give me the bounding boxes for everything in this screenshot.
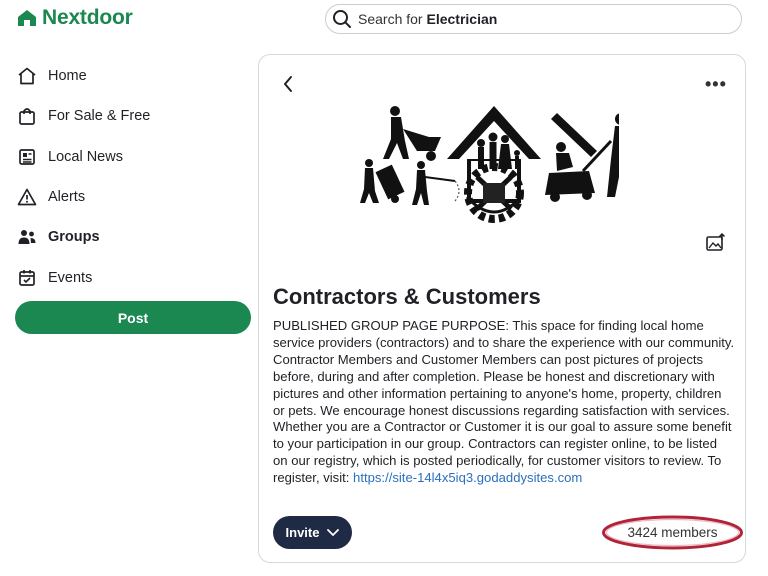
registration-link[interactable]: https://site-14l4x5iq3.godaddysites.com — [353, 470, 582, 485]
sidebar-item-events[interactable]: Events — [16, 257, 256, 297]
sidebar-item-label: Local News — [48, 148, 123, 165]
search-icon — [333, 10, 351, 28]
logo-text: Nextdoor — [42, 6, 133, 29]
shopping-bag-icon — [16, 105, 38, 127]
group-title: Contractors & Customers — [273, 284, 541, 309]
change-photo-icon[interactable] — [705, 232, 727, 258]
calendar-icon — [16, 267, 38, 289]
invite-label: Invite — [285, 525, 320, 540]
search-bar[interactable]: Search for Electrician — [325, 4, 742, 34]
sidebar-item-label: For Sale & Free — [48, 108, 151, 125]
alert-triangle-icon — [16, 186, 38, 208]
more-options-icon[interactable]: ••• — [705, 75, 727, 93]
sidebar-nav: Home For Sale & Free Local News Alerts G… — [16, 56, 256, 298]
group-cover-image — [360, 106, 619, 223]
sidebar-item-groups[interactable]: Groups — [16, 217, 256, 257]
search-placeholder: Search for Electrician — [358, 11, 497, 27]
invite-button[interactable]: Invite — [273, 516, 352, 549]
post-button[interactable]: Post — [15, 301, 251, 334]
search-prefix: Search for — [358, 11, 423, 27]
sidebar-item-home[interactable]: Home — [16, 56, 256, 96]
nextdoor-logo[interactable]: Nextdoor — [16, 6, 133, 30]
members-count-wrapper[interactable]: 3424 members — [601, 514, 744, 551]
people-icon — [16, 226, 38, 248]
sidebar-item-alerts[interactable]: Alerts — [16, 177, 256, 217]
sidebar-item-local-news[interactable]: Local News — [16, 137, 256, 177]
chevron-down-icon — [327, 528, 340, 536]
sidebar-item-label: Groups — [48, 229, 100, 246]
newspaper-icon — [16, 146, 38, 168]
sidebar-item-label: Home — [48, 68, 87, 85]
back-arrow-icon[interactable] — [281, 75, 295, 98]
home-icon — [16, 65, 38, 87]
sidebar-item-label: Events — [48, 269, 93, 286]
search-term: Electrician — [426, 11, 498, 27]
sidebar-item-label: Alerts — [48, 189, 86, 206]
group-card: ••• Contractors & Customers PUBLISHED GR… — [258, 54, 746, 563]
house-icon — [18, 10, 36, 26]
group-description: PUBLISHED GROUP PAGE PURPOSE: This space… — [273, 318, 735, 487]
members-count: 3424 members — [627, 525, 718, 540]
sidebar-item-for-sale[interactable]: For Sale & Free — [16, 96, 256, 136]
group-description-text: PUBLISHED GROUP PAGE PURPOSE: This space… — [273, 318, 735, 486]
